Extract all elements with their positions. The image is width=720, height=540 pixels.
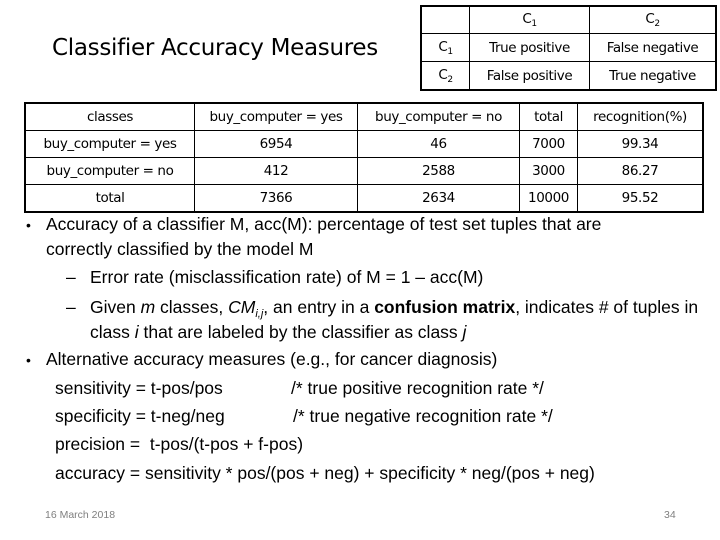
italic-text: CM	[228, 297, 256, 317]
formula-expression: precision = t-pos/(t-pos + f-pos)	[55, 434, 304, 454]
table-cell: 3000	[519, 157, 578, 185]
header-text: C	[522, 11, 532, 27]
column-header: C2	[589, 5, 717, 34]
header-subscript: 2	[447, 74, 453, 85]
table-row: C1 C2	[420, 5, 717, 34]
footer-date: 16 March 2018	[45, 509, 116, 521]
text-run: classes,	[155, 297, 229, 317]
text-run: , an entry in a	[263, 297, 375, 317]
row-header: C2	[420, 61, 470, 91]
formula-comment: /* true negative recognition rate */	[293, 406, 553, 426]
italic-text: m	[140, 297, 156, 317]
header-text: C	[438, 38, 448, 55]
row-label: total	[24, 184, 195, 213]
header-subscript: 1	[447, 46, 453, 57]
sub-bullet-text: class i that are labeled by the classifi…	[90, 322, 466, 343]
table-cell: True negative	[589, 61, 717, 91]
confusion-matrix-results-table: classes buy_computer = yes buy_computer …	[24, 102, 704, 213]
text-run: Given	[90, 297, 141, 317]
text-run: class	[90, 322, 135, 342]
table-cell: 95.52	[577, 184, 704, 213]
table-cell: 7000	[519, 130, 578, 158]
dash-icon: –	[66, 297, 76, 317]
bullet-text: Accuracy of a classifier M, acc(M): perc…	[46, 214, 602, 234]
table-row: C1 True positive False negative	[420, 33, 717, 62]
header-subscript: 1	[531, 19, 537, 29]
text-run: that are labeled by the classifier as cl…	[138, 322, 463, 342]
bullet-icon: •	[26, 217, 31, 233]
formula-expression: sensitivity = t-pos/pos	[55, 378, 223, 398]
column-header: buy_computer = no	[357, 102, 520, 131]
table-cell: 2588	[357, 157, 520, 185]
column-header: buy_computer = yes	[194, 102, 358, 131]
text-run: , indicates # of tuples in	[515, 297, 699, 317]
header-subscript: 2	[654, 19, 660, 29]
formula-comment: /* true positive recognition rate */	[291, 378, 544, 398]
table-header-row: classes buy_computer = yes buy_computer …	[24, 102, 704, 131]
formula-expression: specificity = t-neg/neg	[55, 406, 225, 426]
table-cell: 86.27	[577, 157, 704, 185]
italic-text: j	[462, 322, 467, 342]
sub-bullet-text: Given m classes, CMi,j, an entry in a co…	[90, 297, 698, 320]
bullet-text: Alternative accuracy measures (e.g., for…	[46, 349, 498, 369]
table-row: buy_computer = yes 6954 46 7000 99.34	[24, 130, 704, 158]
column-header: total	[519, 102, 578, 131]
table-cell: 6954	[194, 130, 358, 158]
bullet-icon: •	[26, 352, 31, 368]
slide-title: Classifier Accuracy Measures	[52, 35, 378, 61]
table-row: buy_computer = no 412 2588 3000 86.27	[24, 157, 704, 185]
header-text: C	[438, 66, 448, 83]
page-number: 34	[664, 509, 676, 521]
table-cell: 10000	[519, 184, 578, 213]
dash-icon: –	[66, 267, 76, 287]
column-header: C1	[469, 5, 590, 34]
bullet-text: correctly classified by the model M	[46, 239, 314, 259]
bold-text: confusion matrix	[374, 297, 516, 317]
column-header: recognition(%)	[577, 102, 704, 131]
header-text: C	[645, 11, 655, 27]
confusion-matrix-template-table: C1 C2 C1 True positive False negative C2…	[420, 5, 717, 91]
formula-expression: accuracy = sensitivity * pos/(pos + neg)…	[55, 463, 595, 483]
table-cell: 412	[194, 157, 358, 185]
table-cell: 7366	[194, 184, 358, 213]
table-cell: 2634	[357, 184, 520, 213]
table-cell: False negative	[589, 33, 717, 62]
column-header: classes	[24, 102, 195, 131]
row-label: buy_computer = yes	[24, 130, 195, 158]
table-cell-empty	[420, 5, 470, 34]
table-cell: 99.34	[577, 130, 704, 158]
table-row: total 7366 2634 10000 95.52	[24, 184, 704, 213]
table-cell: 46	[357, 130, 520, 158]
row-header: C1	[420, 33, 470, 62]
row-label: buy_computer = no	[24, 157, 195, 185]
table-row: C2 False positive True negative	[420, 61, 717, 91]
table-cell: True positive	[469, 33, 590, 62]
table-cell: False positive	[469, 61, 590, 91]
sub-bullet-text: Error rate (misclassification rate) of M…	[90, 267, 484, 287]
